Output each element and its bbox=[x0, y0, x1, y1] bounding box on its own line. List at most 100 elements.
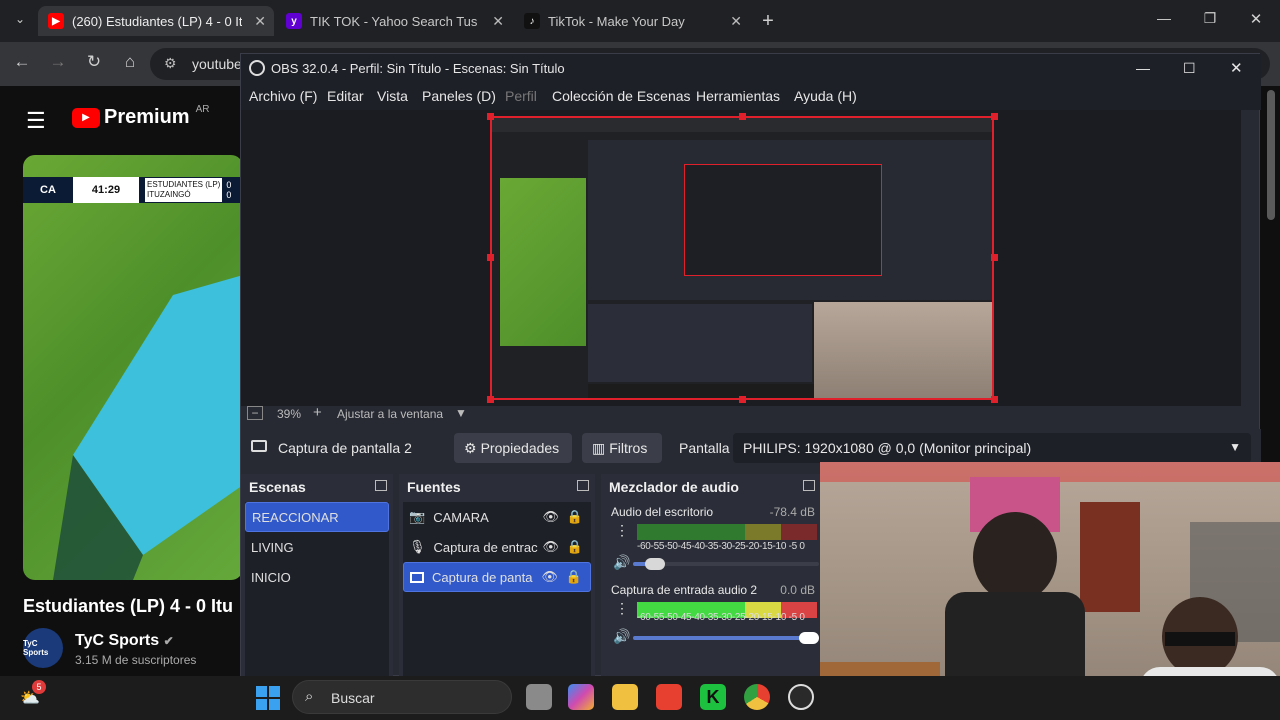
forward-icon[interactable]: → bbox=[46, 52, 70, 72]
visibility-eye-icon[interactable]: 👁 bbox=[542, 509, 559, 525]
kebab-menu-icon[interactable]: ⋮ bbox=[615, 600, 629, 617]
properties-button[interactable]: ⚙ Propiedades bbox=[454, 433, 572, 463]
copilot-icon[interactable] bbox=[568, 684, 594, 710]
windows-taskbar: ⛅ 5 bbox=[0, 676, 1280, 720]
lock-icon[interactable]: 🔒 bbox=[567, 539, 583, 555]
start-tile bbox=[256, 699, 267, 710]
menu-paneles[interactable]: Paneles (D) bbox=[422, 88, 496, 104]
tab-list-chevron-icon[interactable]: ⌄ bbox=[8, 12, 32, 26]
video-player[interactable]: CA 41:29 ESTUDIANTES (LP) ITUZAINGÓ 00 bbox=[23, 155, 243, 580]
source-item-screen[interactable]: Captura de panta 👁 🔒 bbox=[403, 562, 591, 592]
menu-icon[interactable]: ☰ bbox=[26, 108, 46, 134]
resize-handle[interactable] bbox=[991, 396, 998, 403]
obs-icon[interactable] bbox=[788, 684, 814, 710]
zoom-dropdown-icon[interactable]: ▼ bbox=[455, 406, 467, 420]
close-tab-icon[interactable]: ✕ bbox=[730, 13, 742, 30]
menu-coleccion-escenas[interactable]: Colección de Escenas bbox=[552, 88, 691, 104]
lock-icon[interactable]: 🔒 bbox=[567, 509, 583, 525]
filters-button[interactable]: ▥ Filtros bbox=[582, 433, 662, 463]
undock-icon[interactable] bbox=[577, 480, 589, 491]
lock-icon[interactable]: 🔒 bbox=[566, 569, 582, 585]
tab-yahoo[interactable]: y TIK TOK - Yahoo Search Tus res ✕ bbox=[276, 6, 512, 36]
maximize-icon[interactable]: ☐ bbox=[1183, 60, 1196, 77]
zoom-in-button[interactable]: + bbox=[313, 404, 322, 421]
menu-ayuda[interactable]: Ayuda (H) bbox=[794, 88, 857, 104]
close-window-icon[interactable]: ✕ bbox=[1244, 10, 1268, 28]
speaker-icon[interactable]: 🔊 bbox=[613, 628, 630, 645]
site-settings-icon[interactable]: ⚙ bbox=[164, 55, 177, 72]
camera-icon: 📷 bbox=[409, 509, 426, 524]
home-icon[interactable]: ⌂ bbox=[118, 52, 142, 72]
volume-slider-knob[interactable] bbox=[645, 558, 665, 570]
filter-icon: ▥ bbox=[592, 439, 606, 456]
scene-preview[interactable] bbox=[490, 116, 994, 400]
close-tab-icon[interactable]: ✕ bbox=[492, 13, 504, 30]
youtube-logo[interactable]: ▶ Premium AR bbox=[72, 104, 210, 129]
source-item-audio[interactable]: 🎙 Captura de entrac 👁 🔒 bbox=[403, 532, 591, 562]
zoom-bar: − 39% + Ajustar a la ventana ▼ bbox=[241, 404, 1241, 424]
resize-handle[interactable] bbox=[487, 396, 494, 403]
microsoft-store-icon[interactable] bbox=[656, 684, 682, 710]
fit-to-window[interactable]: Ajustar a la ventana bbox=[337, 407, 443, 421]
back-icon[interactable]: ← bbox=[10, 52, 34, 72]
channel-name[interactable]: TyC Sports ✔ bbox=[75, 632, 174, 650]
resize-handle[interactable] bbox=[739, 113, 746, 120]
minimize-icon[interactable]: — bbox=[1152, 10, 1176, 26]
menu-editar[interactable]: Editar bbox=[327, 88, 364, 104]
menu-perfil[interactable]: Perfil bbox=[505, 88, 537, 104]
chrome-icon[interactable] bbox=[744, 684, 770, 710]
speaker-icon[interactable]: 🔊 bbox=[613, 554, 630, 571]
tab-youtube[interactable]: ▶ (260) Estudiantes (LP) 4 - 0 Ituz ✕ bbox=[38, 6, 274, 36]
volume-slider-knob[interactable] bbox=[799, 632, 819, 644]
sources-dock: Fuentes 📷 CAMARA 👁 🔒 🎙 Captura de entrac… bbox=[399, 474, 595, 677]
visibility-eye-icon[interactable]: 👁 bbox=[541, 569, 558, 585]
mixer-channel-input2: Captura de entrada audio 2 0.0 dB ⋮ -60-… bbox=[601, 580, 821, 658]
meter-scale: -60-55-50-45-40-35-30-25-20-15-10 -5 0 bbox=[637, 612, 805, 623]
kebab-menu-icon[interactable]: ⋮ bbox=[615, 522, 629, 539]
preview-nested-webcam bbox=[814, 302, 992, 398]
source-item-camara[interactable]: 📷 CAMARA 👁 🔒 bbox=[403, 502, 591, 532]
tab-label: TIK TOK - Yahoo Search Tus res bbox=[310, 13, 480, 29]
zoom-out-button[interactable]: − bbox=[247, 406, 263, 420]
resize-handle[interactable] bbox=[991, 254, 998, 261]
kick-icon[interactable]: K bbox=[700, 684, 726, 710]
undock-icon[interactable] bbox=[803, 480, 815, 491]
browser-tab-bar: ⌄ ▶ (260) Estudiantes (LP) 4 - 0 Ituz ✕ … bbox=[0, 0, 1280, 42]
new-tab-button[interactable]: + bbox=[756, 10, 780, 33]
channel-avatar[interactable]: TyC Sports bbox=[23, 628, 63, 668]
tab-tiktok[interactable]: ♪ TikTok - Make Your Day ✕ bbox=[514, 6, 750, 36]
source-label: Captura de panta bbox=[432, 569, 533, 585]
menu-herramientas[interactable]: Herramientas bbox=[696, 88, 780, 104]
restore-icon[interactable]: ❐ bbox=[1198, 10, 1222, 27]
display-select[interactable]: PHILIPS: 1920x1080 @ 0,0 (Monitor princi… bbox=[733, 433, 1251, 463]
resize-handle[interactable] bbox=[487, 254, 494, 261]
menu-vista[interactable]: Vista bbox=[377, 88, 408, 104]
start-tile bbox=[269, 686, 280, 697]
task-view-icon[interactable] bbox=[526, 684, 552, 710]
notification-badge: 5 bbox=[32, 680, 46, 694]
visibility-eye-icon[interactable]: 👁 bbox=[542, 539, 559, 555]
scene-item-living[interactable]: LIVING bbox=[245, 532, 389, 562]
scene-item-inicio[interactable]: INICIO bbox=[245, 562, 389, 592]
page-scrollbar[interactable] bbox=[1267, 90, 1275, 220]
level-meter bbox=[637, 524, 817, 532]
mixer-title: Mezclador de audio bbox=[609, 479, 739, 495]
file-explorer-icon[interactable] bbox=[612, 684, 638, 710]
reload-icon[interactable]: ↻ bbox=[82, 52, 106, 72]
minimize-icon[interactable]: — bbox=[1136, 60, 1150, 76]
scene-item-reaccionar[interactable]: REACCIONAR bbox=[245, 502, 389, 532]
preview-nested-video bbox=[500, 178, 586, 346]
undock-icon[interactable] bbox=[375, 480, 387, 491]
resize-handle[interactable] bbox=[991, 113, 998, 120]
resize-handle[interactable] bbox=[487, 113, 494, 120]
resize-handle[interactable] bbox=[739, 396, 746, 403]
monitor-icon bbox=[410, 571, 424, 583]
menu-archivo[interactable]: Archivo (F) bbox=[249, 88, 317, 104]
close-tab-icon[interactable]: ✕ bbox=[254, 13, 266, 30]
taskbar-search[interactable]: ⌕ Buscar bbox=[292, 680, 512, 714]
windows-start-icon[interactable] bbox=[256, 686, 280, 710]
chevron-down-icon: ▼ bbox=[1229, 440, 1241, 454]
channel-db: -78.4 dB bbox=[769, 505, 815, 519]
close-window-icon[interactable]: ✕ bbox=[1230, 59, 1243, 77]
scenes-header: Escenas bbox=[241, 474, 393, 500]
